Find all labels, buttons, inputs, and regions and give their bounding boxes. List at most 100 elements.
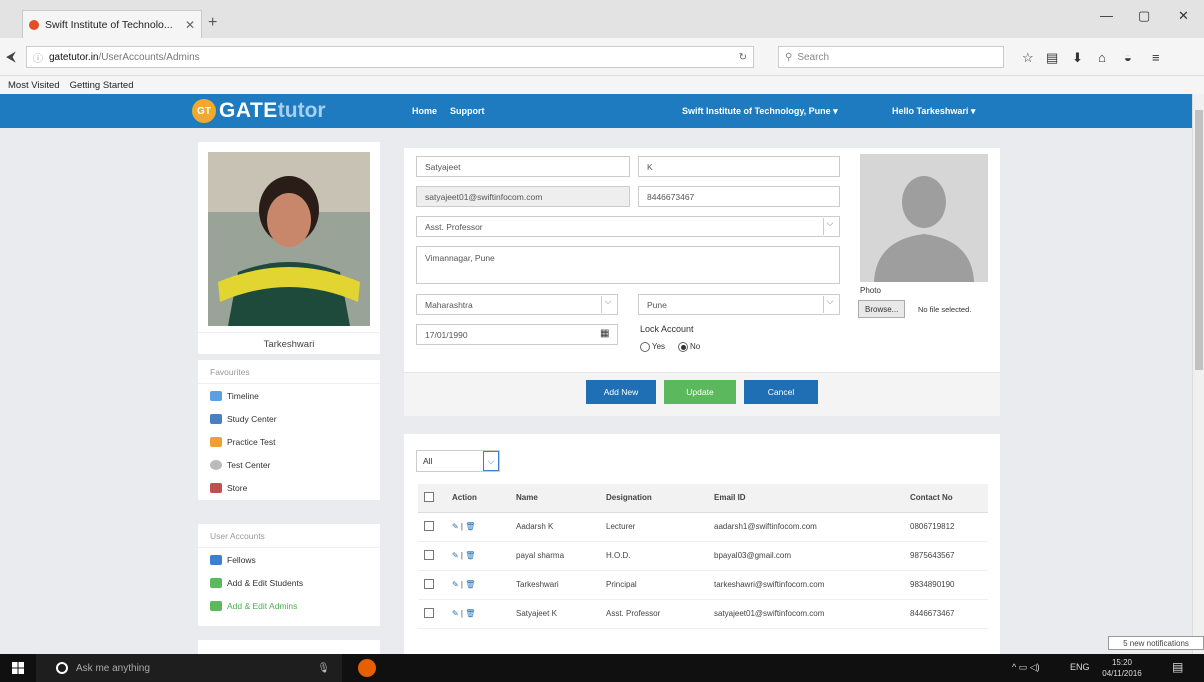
sidebar-item-timeline[interactable]: Timeline [198, 384, 380, 407]
timeline-icon [210, 390, 222, 401]
test-center-icon [210, 459, 222, 470]
clock-date: 04/11/2016 [1102, 669, 1142, 678]
clock[interactable]: 15:20 04/11/2016 [1100, 657, 1144, 679]
last-name-input[interactable]: K [638, 156, 840, 177]
action-center-icon[interactable]: ▤ [1172, 660, 1183, 674]
maximize-icon[interactable]: ▢ [1138, 8, 1150, 24]
info-icon[interactable]: ⓘ [33, 50, 43, 65]
first-name-input[interactable]: Satyajeet [416, 156, 630, 177]
pocket-icon[interactable]: ◒ [1124, 50, 1132, 65]
sidebar-item-add-edit-students[interactable]: Add & Edit Students [198, 571, 380, 594]
store-icon [210, 482, 222, 493]
phone-input[interactable]: 8446673467 [638, 186, 840, 207]
sidebar-item-fellows[interactable]: Fellows [198, 548, 380, 571]
home-icon[interactable]: ⌂ [1098, 50, 1106, 65]
gatetutor-logo[interactable]: GT GATE tutor [192, 99, 326, 123]
minimize-icon[interactable]: — [1100, 8, 1113, 23]
language-indicator[interactable]: ENG [1070, 662, 1090, 672]
new-tab-icon[interactable]: + [208, 14, 217, 32]
tray-icons[interactable]: ^ ▭ ◁) [1012, 662, 1040, 673]
user-accounts-panel: User Accounts Fellows Add & Edit Student… [198, 524, 380, 626]
browser-tab[interactable]: Swift Institute of Technolo... ✕ [22, 10, 202, 38]
browse-button[interactable]: Browse... [858, 300, 906, 318]
select-all-checkbox[interactable] [424, 491, 434, 502]
email-input[interactable]: satyajeet01@swiftinfocom.com [416, 186, 630, 207]
logo-text-tutor: tutor [277, 99, 326, 122]
cell-contact: 9875643567 [904, 541, 988, 571]
row-checkbox[interactable] [424, 578, 434, 589]
lock-no-radio[interactable] [678, 342, 688, 352]
sidebar-item-practice-test[interactable]: Practice Test [198, 430, 380, 453]
notification-toast[interactable]: 5 new notifications [1108, 636, 1204, 650]
edit-icon[interactable]: ✎ [452, 551, 459, 560]
user-dropdown[interactable]: Hello Tarkeshwari ▾ [892, 106, 975, 117]
nav-support[interactable]: Support [450, 106, 485, 116]
menu-icon[interactable]: ≡ [1152, 50, 1160, 65]
lock-yes-radio[interactable] [640, 342, 650, 352]
chevron-down-icon[interactable]: ⌵ [483, 451, 499, 471]
city-select[interactable]: Pune [638, 294, 840, 315]
sidebar-item-add-edit-admins[interactable]: Add & Edit Admins [198, 594, 380, 617]
sidebar-item-label: Store [227, 482, 248, 493]
nav-home[interactable]: Home [412, 106, 437, 116]
close-tab-icon[interactable]: ✕ [185, 18, 195, 32]
cell-name: payal sharma [510, 541, 600, 571]
next-panel [198, 640, 380, 654]
edit-icon[interactable]: ✎ [452, 522, 459, 531]
cell-email: satyajeet01@swiftinfocom.com [708, 599, 904, 629]
cell-contact: 8446673467 [904, 599, 988, 629]
bookmark-most-visited[interactable]: Most Visited [8, 80, 60, 91]
site-favicon-icon [29, 19, 39, 30]
delete-icon[interactable]: 🗑 [465, 609, 475, 618]
cancel-button[interactable]: Cancel [744, 380, 818, 404]
profile-photo [208, 152, 370, 326]
microphone-icon[interactable]: 🎙 [317, 663, 330, 674]
update-button[interactable]: Update [664, 380, 736, 404]
no-file-text: No file selected. [918, 305, 972, 314]
col-action: Action [446, 484, 510, 513]
row-checkbox[interactable] [424, 607, 434, 618]
edit-icon[interactable]: ✎ [452, 609, 459, 618]
download-icon[interactable]: ⬇ [1072, 50, 1083, 66]
photo-label: Photo [860, 286, 881, 295]
sidebar-item-store[interactable]: Store [198, 476, 380, 499]
logo-text-gate: GATE [219, 99, 278, 122]
bookmark-getting-started[interactable]: Getting Started [70, 80, 134, 91]
sidebar-item-label: Test Center [227, 459, 271, 470]
delete-icon[interactable]: 🗑 [465, 522, 475, 531]
row-checkbox[interactable] [424, 549, 434, 560]
lock-no-label: No [690, 342, 701, 351]
add-new-button[interactable]: Add New [586, 380, 656, 404]
delete-icon[interactable]: 🗑 [465, 580, 475, 589]
sidebar-item-study-center[interactable]: Study Center [198, 407, 380, 430]
reading-list-icon[interactable]: ▤ [1046, 50, 1058, 66]
back-icon[interactable]: ⮜ [6, 48, 16, 65]
lock-yes-label: Yes [652, 342, 666, 351]
institute-dropdown[interactable]: Swift Institute of Technology, Pune ▾ [682, 106, 838, 117]
close-window-icon[interactable]: ✕ [1178, 8, 1189, 24]
firefox-icon[interactable] [358, 659, 376, 677]
user-accounts-heading: User Accounts [198, 524, 380, 548]
row-checkbox[interactable] [424, 520, 434, 531]
bookmark-star-icon[interactable]: ☆ [1022, 50, 1034, 66]
url-bar[interactable]: ⓘ gatetutor.in /UserAccounts/Admins ↻ [26, 46, 754, 68]
designation-select[interactable]: Asst. Professor [416, 216, 840, 237]
windows-start-icon[interactable] [12, 662, 24, 674]
scrollbar-thumb[interactable] [1195, 110, 1203, 370]
delete-icon[interactable]: 🗑 [465, 551, 475, 560]
edit-icon[interactable]: ✎ [452, 580, 459, 589]
state-select[interactable]: Maharashtra [416, 294, 618, 315]
dob-input[interactable]: 17/01/1990 [416, 324, 618, 345]
page-scrollbar[interactable] [1192, 94, 1204, 654]
site-header: GT GATE tutor Home Support Swift Institu… [0, 94, 1192, 128]
filter-select[interactable]: All ⌵ [416, 450, 500, 472]
sidebar-item-test-center[interactable]: Test Center [198, 453, 380, 476]
calendar-icon[interactable]: ▦ [600, 328, 609, 339]
cortana-search[interactable]: Ask me anything 🎙 [36, 654, 342, 682]
reload-icon[interactable]: ↻ [739, 52, 747, 63]
search-bar[interactable]: ⚲ Search [778, 46, 1004, 68]
cell-designation: Asst. Professor [600, 599, 708, 629]
sidebar-item-label: Study Center [227, 413, 277, 424]
cortana-placeholder: Ask me anything [76, 662, 150, 674]
address-textarea[interactable]: Vimannagar, Pune [416, 246, 840, 284]
